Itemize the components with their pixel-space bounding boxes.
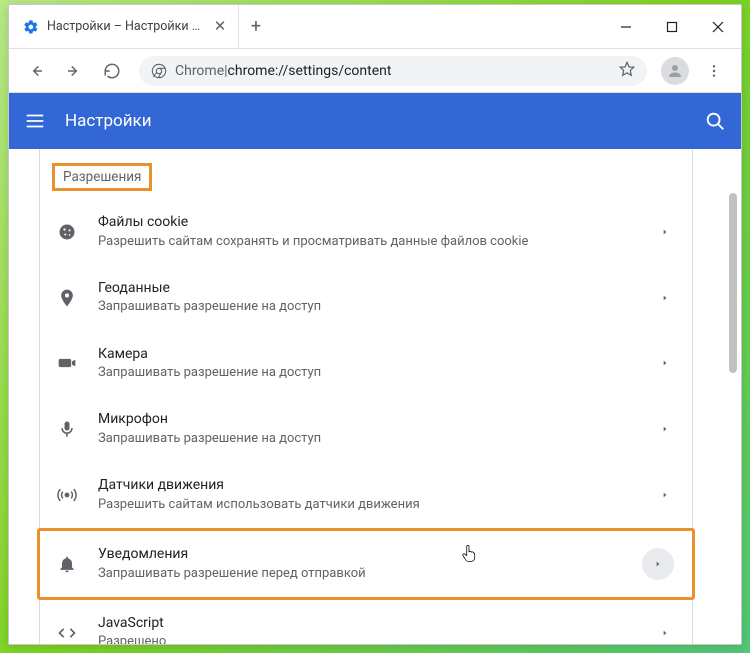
settings-row-cookie[interactable]: Файлы cookieРазрешить сайтам сохранять и… bbox=[40, 199, 692, 265]
address-bar[interactable]: Chrome | chrome://settings/content bbox=[139, 56, 647, 86]
row-subtitle: Разрешить сайтам сохранять и просматрива… bbox=[98, 233, 636, 251]
row-subtitle: Запрашивать разрешение на доступ bbox=[98, 430, 636, 448]
page-title: Настройки bbox=[65, 111, 152, 131]
camera-icon bbox=[56, 353, 78, 373]
cookie-icon bbox=[56, 222, 78, 242]
row-text: Датчики движенияРазрешить сайтам использ… bbox=[98, 476, 636, 514]
location-icon bbox=[56, 288, 78, 308]
maximize-button[interactable] bbox=[649, 5, 695, 48]
url-text: Chrome | chrome://settings/content bbox=[175, 63, 391, 79]
row-text: ГеоданныеЗапрашивать разрешение на досту… bbox=[98, 279, 636, 317]
permissions-card: Разрешения Файлы cookieРазрешить сайтам … bbox=[39, 149, 693, 644]
settings-row-code[interactable]: JavaScriptРазрешено bbox=[40, 600, 692, 644]
scrollbar-thumb[interactable] bbox=[729, 193, 737, 373]
close-window-button[interactable] bbox=[695, 5, 741, 48]
titlebar: Настройки – Настройки сайта ✕ + bbox=[9, 5, 741, 49]
settings-row-motion[interactable]: Датчики движенияРазрешить сайтам использ… bbox=[40, 462, 692, 528]
mic-icon bbox=[56, 419, 78, 439]
tab-title: Настройки – Настройки сайта bbox=[47, 19, 204, 34]
new-tab-button[interactable]: + bbox=[239, 5, 273, 48]
browser-tab[interactable]: Настройки – Настройки сайта ✕ bbox=[9, 5, 239, 48]
row-text: JavaScriptРазрешено bbox=[98, 614, 636, 644]
row-text: КамераЗапрашивать разрешение на доступ bbox=[98, 345, 636, 383]
settings-row-bell[interactable]: УведомленияЗапрашивать разрешение перед … bbox=[37, 528, 695, 600]
toolbar: Chrome | chrome://settings/content bbox=[9, 49, 741, 93]
row-title: Камера bbox=[98, 345, 636, 365]
row-title: Геоданные bbox=[98, 279, 636, 299]
forward-button[interactable] bbox=[57, 54, 91, 88]
chevron-right-icon bbox=[642, 548, 674, 580]
chevron-right-icon bbox=[656, 226, 674, 238]
reload-button[interactable] bbox=[95, 54, 129, 88]
search-icon[interactable] bbox=[703, 109, 727, 133]
chevron-right-icon bbox=[656, 292, 674, 304]
code-icon bbox=[56, 623, 78, 643]
row-subtitle: Разрешить сайтам использовать датчики дв… bbox=[98, 496, 636, 514]
close-icon[interactable]: ✕ bbox=[212, 19, 228, 35]
gear-icon bbox=[23, 19, 39, 35]
minimize-button[interactable] bbox=[603, 5, 649, 48]
chevron-right-icon bbox=[656, 627, 674, 639]
kebab-menu-icon[interactable] bbox=[697, 54, 731, 88]
row-title: Датчики движения bbox=[98, 476, 636, 496]
hamburger-icon[interactable] bbox=[23, 109, 47, 133]
chevron-right-icon bbox=[656, 489, 674, 501]
chevron-right-icon bbox=[656, 423, 674, 435]
browser-window: Настройки – Настройки сайта ✕ + Chrome |… bbox=[8, 4, 742, 645]
back-button[interactable] bbox=[19, 54, 53, 88]
row-title: Уведомления bbox=[98, 545, 622, 565]
row-text: Файлы cookieРазрешить сайтам сохранять и… bbox=[98, 213, 636, 251]
motion-icon bbox=[56, 485, 78, 505]
chevron-right-icon bbox=[656, 357, 674, 369]
window-controls bbox=[603, 5, 741, 48]
content-area: Разрешения Файлы cookieРазрешить сайтам … bbox=[9, 149, 741, 644]
section-label-permissions: Разрешения bbox=[52, 163, 152, 191]
bookmark-star-icon[interactable] bbox=[619, 61, 635, 81]
row-text: УведомленияЗапрашивать разрешение перед … bbox=[98, 545, 622, 583]
row-text: МикрофонЗапрашивать разрешение на доступ bbox=[98, 410, 636, 448]
row-subtitle: Запрашивать разрешение на доступ bbox=[98, 298, 636, 316]
settings-row-location[interactable]: ГеоданныеЗапрашивать разрешение на досту… bbox=[40, 265, 692, 331]
bell-icon bbox=[56, 554, 78, 574]
profile-avatar[interactable] bbox=[661, 57, 689, 85]
row-title: Микрофон bbox=[98, 410, 636, 430]
row-title: Файлы cookie bbox=[98, 213, 636, 233]
row-subtitle: Разрешено bbox=[98, 633, 636, 644]
settings-row-camera[interactable]: КамераЗапрашивать разрешение на доступ bbox=[40, 331, 692, 397]
row-subtitle: Запрашивать разрешение на доступ bbox=[98, 364, 636, 382]
settings-header: Настройки bbox=[9, 93, 741, 149]
settings-row-mic[interactable]: МикрофонЗапрашивать разрешение на доступ bbox=[40, 396, 692, 462]
row-subtitle: Запрашивать разрешение перед отправкой bbox=[98, 565, 622, 583]
row-title: JavaScript bbox=[98, 614, 636, 634]
chrome-icon bbox=[151, 63, 167, 79]
